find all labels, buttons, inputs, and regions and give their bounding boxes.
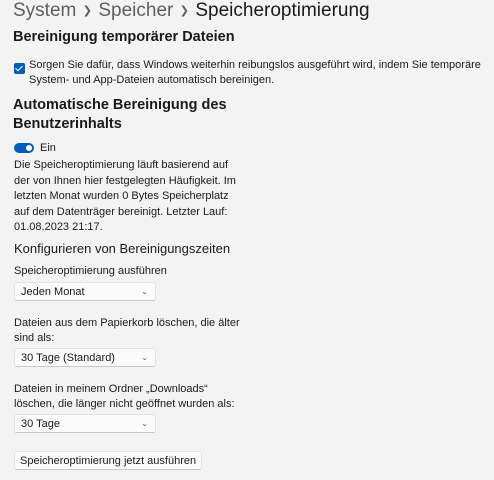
run-now-button[interactable]: Speicheroptimierung jetzt ausführen	[14, 451, 203, 470]
chevron-down-icon: ⌄	[141, 287, 148, 296]
breadcrumb-item-speicher[interactable]: Speicher	[98, 0, 173, 24]
chevron-down-icon: ⌄	[141, 419, 148, 428]
auto-cleanup-heading-line1: Automatische Bereinigung des	[13, 97, 227, 113]
breadcrumb: System ❯ Speicher ❯ Speicheroptimierung	[13, 0, 370, 24]
breadcrumb-item-system[interactable]: System	[13, 0, 76, 24]
downloads-value: 30 Tage	[21, 417, 60, 430]
page-title: Speicheroptimierung	[195, 0, 370, 21]
auto-cleanup-toggle[interactable]	[14, 143, 34, 153]
toggle-knob	[26, 145, 32, 151]
recycle-bin-label: Dateien aus dem Papierkorb löschen, die …	[14, 317, 240, 344]
downloads-dropdown[interactable]: 30 Tage ⌄	[14, 414, 156, 433]
toggle-state-label: Ein	[40, 142, 56, 154]
temp-files-checkbox-row[interactable]: Sorgen Sie dafür, dass Windows weiterhin…	[14, 58, 490, 88]
chevron-right-icon: ❯	[82, 5, 92, 17]
auto-cleanup-toggle-row: Ein	[14, 141, 56, 155]
chevron-down-icon: ⌄	[141, 353, 148, 362]
downloads-label: Dateien in meinem Ordner „Downloads“ lös…	[14, 383, 235, 410]
temp-files-checkbox-label: Sorgen Sie dafür, dass Windows weiterhin…	[29, 59, 481, 86]
auto-cleanup-heading-line2: Benutzerinhalts	[13, 116, 122, 132]
schedule-heading: Konfigurieren von Bereinigungszeiten	[14, 241, 231, 256]
run-frequency-dropdown[interactable]: Jeden Monat ⌄	[14, 282, 156, 301]
temp-files-heading: Bereinigung temporärer Dateien	[13, 29, 235, 45]
chevron-right-icon: ❯	[179, 5, 189, 17]
temp-files-checkbox[interactable]	[14, 63, 25, 74]
storage-sense-page: System ❯ Speicher ❯ Speicheroptimierung …	[0, 0, 494, 480]
auto-cleanup-description: Die Speicheroptimierung läuft basierend …	[14, 159, 236, 233]
recycle-bin-dropdown[interactable]: 30 Tage (Standard) ⌄	[14, 348, 156, 367]
run-frequency-label: Speicheroptimierung ausführen	[14, 265, 167, 277]
run-frequency-value: Jeden Monat	[21, 285, 85, 298]
recycle-bin-value: 30 Tage (Standard)	[21, 351, 115, 364]
